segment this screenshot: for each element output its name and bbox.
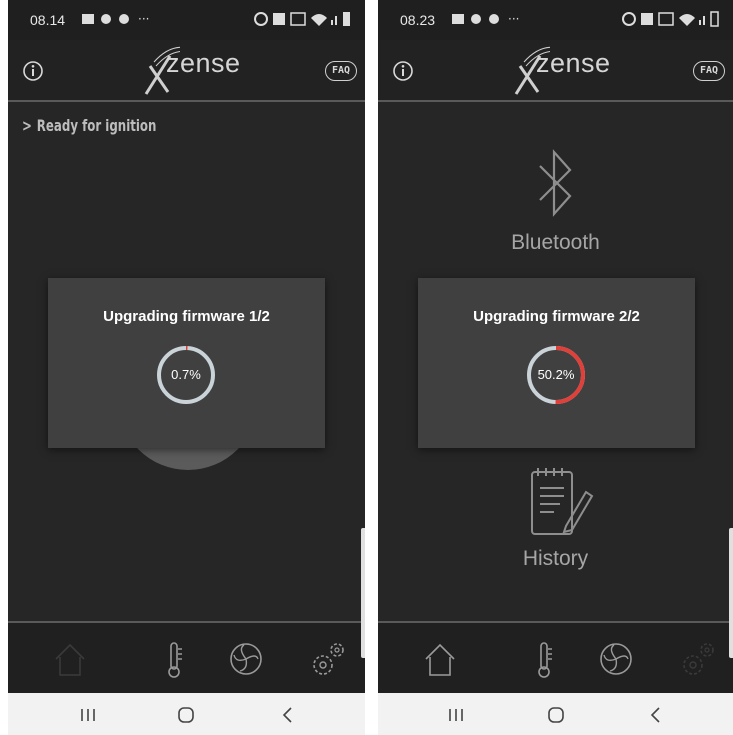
dialog-title: Upgrading firmware 2/2 bbox=[473, 308, 640, 325]
system-nav-bar bbox=[378, 693, 733, 735]
system-status-icons bbox=[621, 10, 721, 33]
recents-icon[interactable] bbox=[78, 705, 98, 725]
xzense-logo: zense bbox=[138, 42, 248, 100]
home-icon[interactable] bbox=[418, 637, 462, 681]
home-nav-icon[interactable] bbox=[546, 705, 566, 725]
progress-percent: 50.2% bbox=[537, 367, 575, 382]
bluetooth-icon bbox=[538, 149, 572, 217]
firmware-dialog: Upgrading firmware 2/2 50.2% bbox=[418, 278, 695, 448]
info-icon[interactable] bbox=[392, 60, 414, 82]
header-divider bbox=[378, 100, 733, 102]
phone-screen-left: 08.14 ··· zense FAQ > Ready for ignition… bbox=[8, 0, 365, 735]
firmware-dialog: Upgrading firmware 1/2 0.7% bbox=[48, 278, 325, 448]
dialog-title: Upgrading firmware 1/2 bbox=[103, 308, 270, 325]
home-nav-icon[interactable] bbox=[176, 705, 196, 725]
history-label: History bbox=[522, 547, 589, 570]
tab-bar bbox=[8, 623, 365, 693]
history-option[interactable]: History bbox=[378, 462, 733, 571]
status-bar: 08.14 ··· bbox=[8, 0, 365, 40]
notepad-icon bbox=[530, 468, 593, 535]
scroll-indicator[interactable] bbox=[729, 528, 733, 658]
chevron-right-icon: > bbox=[22, 116, 32, 135]
faq-button[interactable]: FAQ bbox=[693, 61, 725, 81]
bluetooth-label: Bluetooth bbox=[511, 231, 600, 254]
xzense-logo: zense bbox=[508, 42, 618, 100]
status-bar: 08.23 ··· bbox=[378, 0, 733, 40]
svg-text:···: ··· bbox=[138, 12, 149, 26]
logo-text: zense bbox=[166, 48, 241, 78]
tab-bar bbox=[378, 623, 733, 693]
thermometer-icon[interactable] bbox=[153, 637, 197, 681]
home-icon[interactable] bbox=[48, 637, 92, 681]
settings-icon[interactable] bbox=[676, 637, 720, 681]
recents-icon[interactable] bbox=[446, 705, 466, 725]
header-divider bbox=[8, 100, 365, 102]
info-icon[interactable] bbox=[22, 60, 44, 82]
ready-label: Ready for ignition bbox=[36, 116, 157, 135]
bluetooth-option[interactable]: Bluetooth bbox=[378, 140, 733, 255]
system-nav-bar bbox=[8, 693, 365, 735]
logo-text: zense bbox=[536, 48, 611, 78]
status-time: 08.23 bbox=[400, 12, 436, 28]
back-icon[interactable] bbox=[278, 705, 298, 725]
system-status-icons bbox=[253, 10, 353, 33]
ready-status[interactable]: > Ready for ignition bbox=[22, 116, 156, 135]
progress-percent: 0.7% bbox=[171, 367, 201, 382]
status-time: 08.14 bbox=[30, 12, 66, 28]
fan-icon[interactable] bbox=[594, 637, 638, 681]
back-icon[interactable] bbox=[646, 705, 666, 725]
scroll-indicator[interactable] bbox=[361, 528, 365, 658]
fan-icon[interactable] bbox=[224, 637, 268, 681]
notification-icons: ··· bbox=[80, 10, 170, 33]
thermometer-icon[interactable] bbox=[523, 637, 567, 681]
svg-text:···: ··· bbox=[508, 12, 519, 26]
notification-icons: ··· bbox=[450, 10, 540, 33]
faq-button[interactable]: FAQ bbox=[325, 61, 357, 81]
settings-icon[interactable] bbox=[306, 637, 350, 681]
phone-screen-right: 08.23 ··· zense FAQ Bluetooth History Up… bbox=[378, 0, 733, 735]
